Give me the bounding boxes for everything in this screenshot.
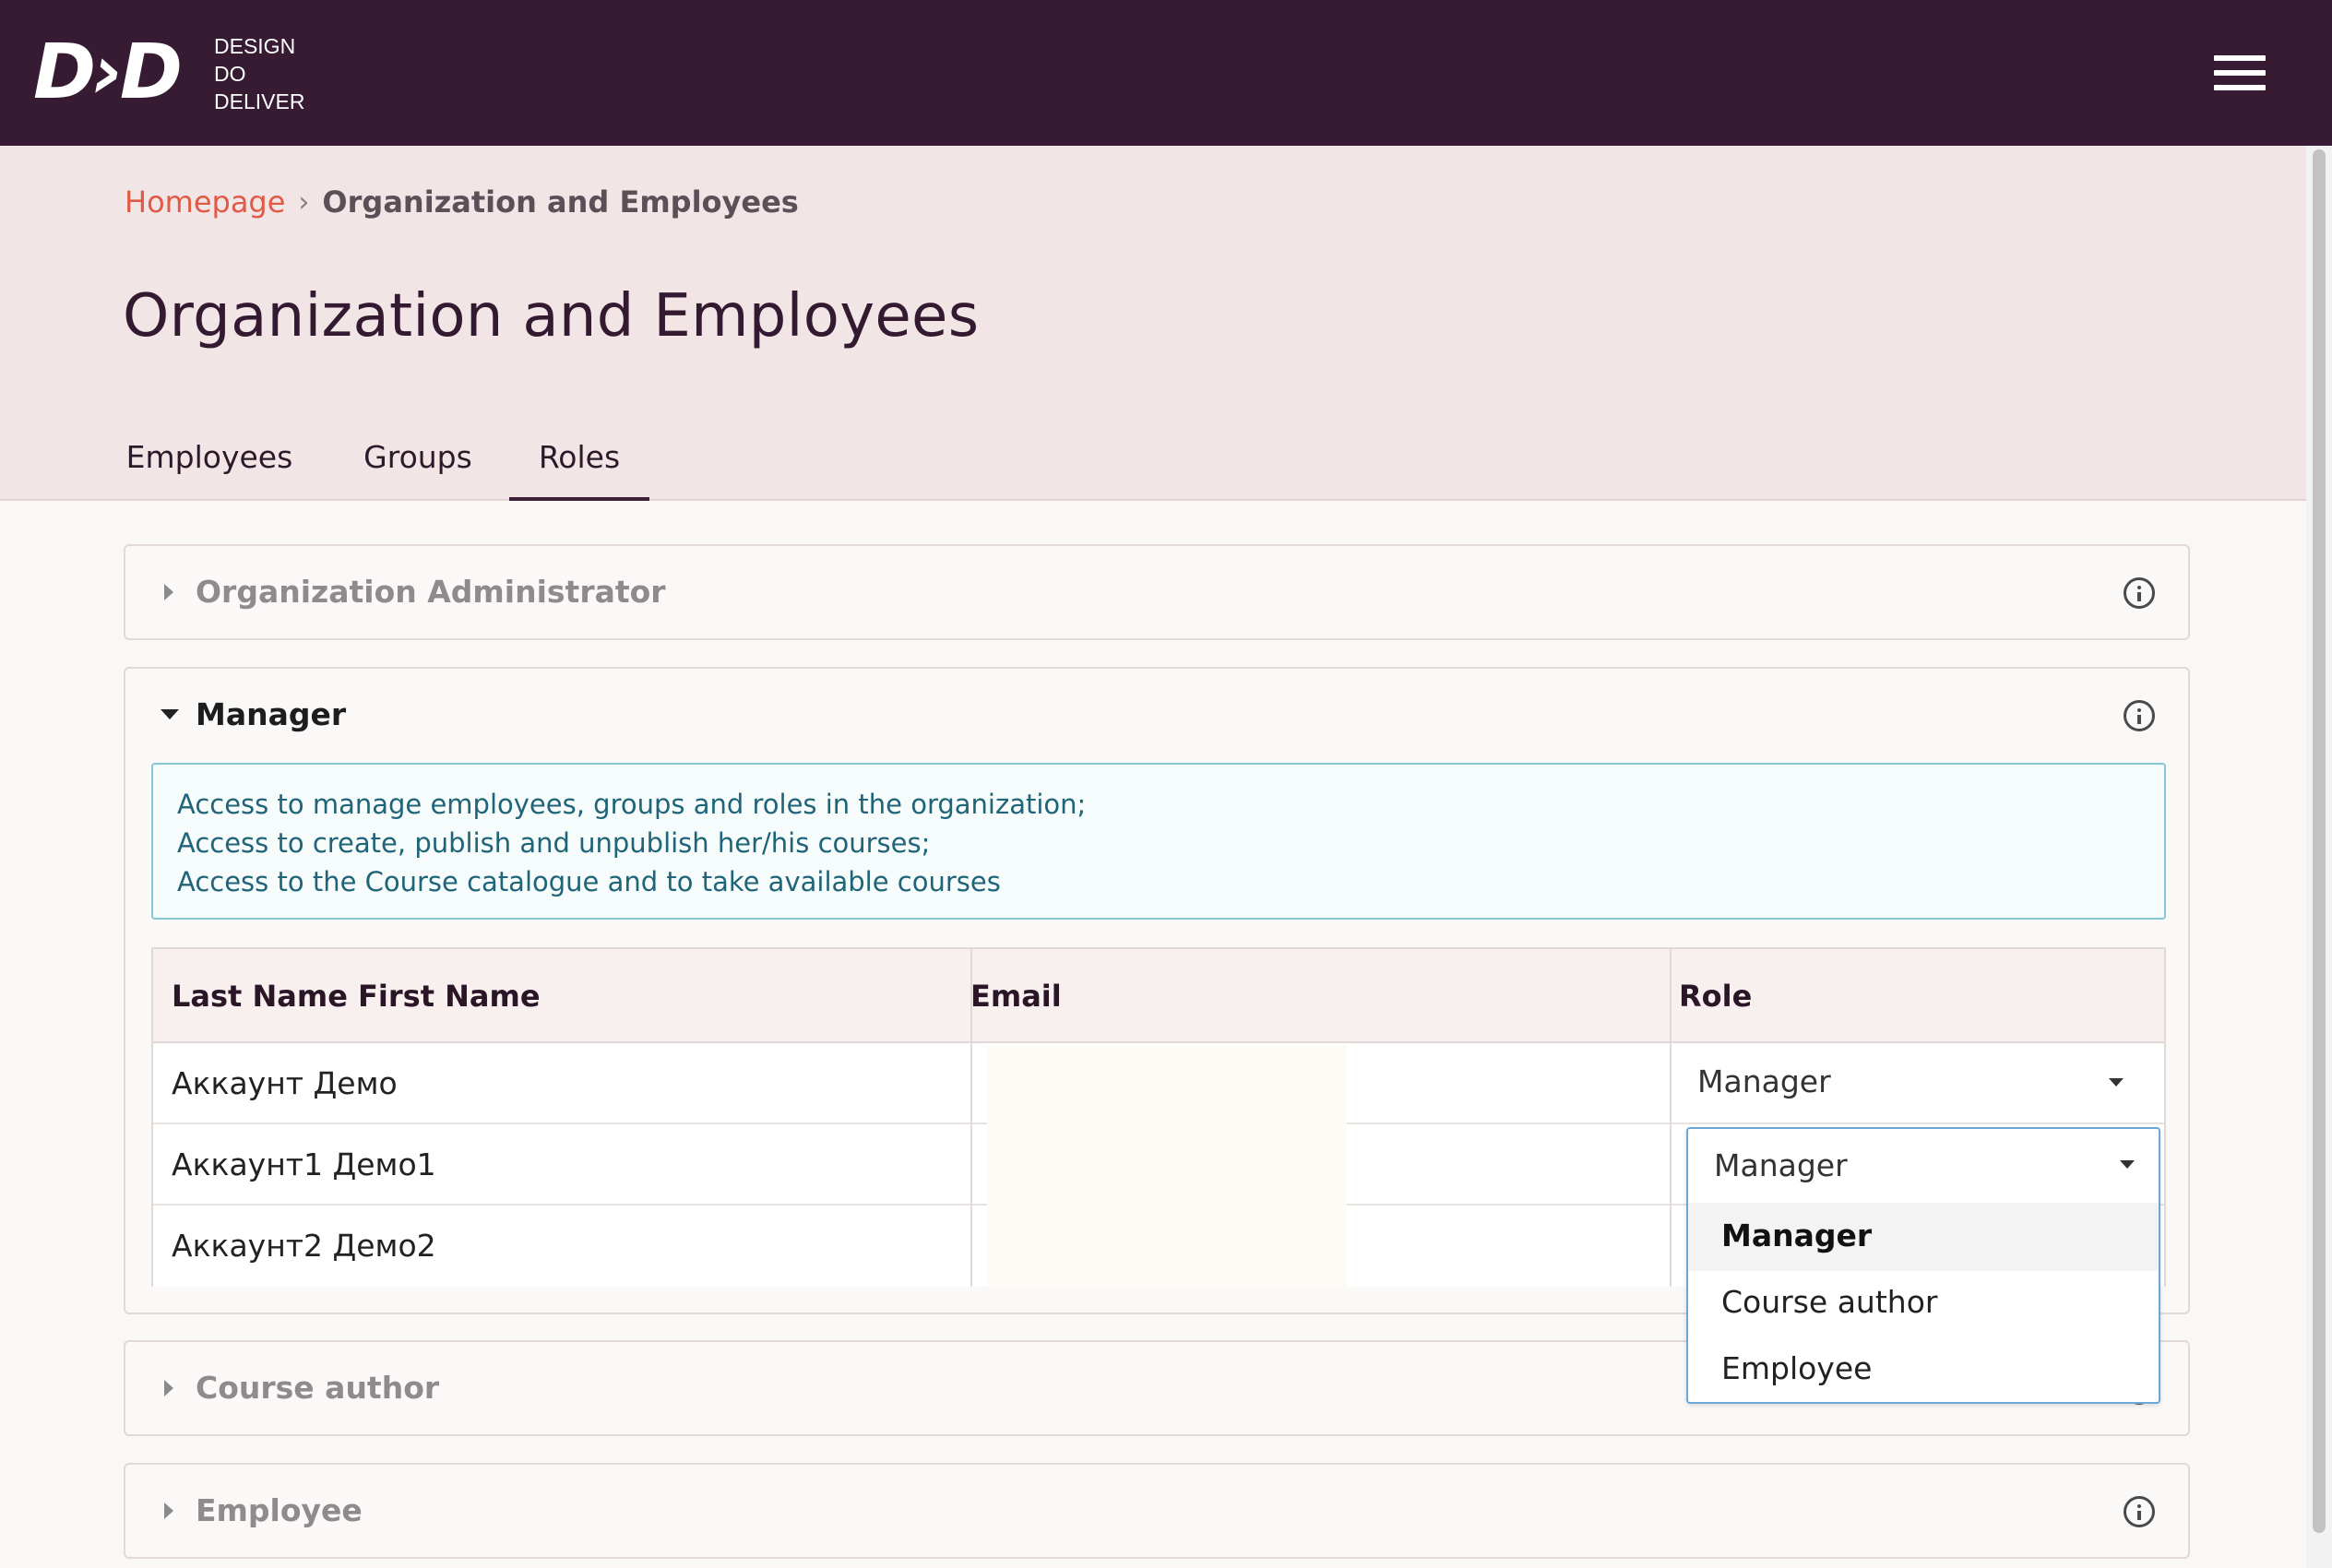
logo-line-do: DO <box>214 62 246 86</box>
option-label: Manager <box>1721 1218 1873 1253</box>
role-dropdown-open[interactable]: Manager Manager Course author Employee <box>1686 1127 2160 1404</box>
info-icon[interactable] <box>2124 577 2155 609</box>
role-select-value: Manager <box>1714 1147 1848 1183</box>
logo-text: DESIGN DO DELIVER <box>214 32 304 115</box>
info-icon[interactable] <box>2124 700 2155 731</box>
tab-employees[interactable]: Employees <box>125 422 294 501</box>
panel-title: Manager <box>196 696 347 732</box>
role-select[interactable]: Manager <box>1672 1043 2148 1123</box>
logo-line-deliver: DELIVER <box>214 89 305 113</box>
chevron-right-icon: › <box>298 185 310 219</box>
tab-roles[interactable]: Roles <box>509 422 649 501</box>
page-header-section: Homepage › Organization and Employees Or… <box>0 146 2306 501</box>
hamburger-icon[interactable] <box>2214 52 2267 94</box>
dropdown-option-course-author[interactable]: Course author <box>1688 1269 2159 1337</box>
info-icon[interactable] <box>2124 1496 2155 1527</box>
column-header-name: Last Name First Name <box>172 979 541 1014</box>
description-line: Access to create, publish and unpublish … <box>177 827 931 859</box>
panel-header-organization-administrator[interactable]: Organization Administrator <box>125 546 2188 638</box>
email-column-redacted <box>987 1045 1347 1287</box>
panel-header-employee[interactable]: Employee <box>125 1465 2188 1557</box>
hamburger-line <box>2214 55 2266 61</box>
page-title: Organization and Employees <box>123 282 980 350</box>
tab-groups[interactable]: Groups <box>355 422 481 501</box>
description-line: Access to manage employees, groups and r… <box>177 789 1087 820</box>
employee-name: Аккаунт Демо <box>172 1065 398 1101</box>
breadcrumb-current: Organization and Employees <box>322 184 799 220</box>
column-header-email: Email <box>970 979 1062 1014</box>
column-header-role: Role <box>1679 979 1753 1014</box>
dropdown-option-manager[interactable]: Manager <box>1688 1203 2159 1271</box>
employee-name: Аккаунт2 Демо2 <box>172 1228 436 1264</box>
logo-mark[interactable]: D›D <box>33 35 183 111</box>
option-label: Course author <box>1721 1284 1938 1320</box>
role-select-value: Manager <box>1697 1063 1831 1099</box>
top-navigation-bar: D›D DESIGN DO DELIVER <box>0 0 2332 146</box>
role-panel-organization-administrator: Organization Administrator <box>124 544 2190 640</box>
employee-name: Аккаунт1 Демо1 <box>172 1146 436 1182</box>
logo-line-design: DESIGN <box>214 34 296 58</box>
hamburger-line <box>2214 70 2266 76</box>
role-panel-employee: Employee <box>124 1463 2190 1559</box>
caret-right-icon <box>164 584 173 600</box>
option-label: Employee <box>1721 1350 1873 1386</box>
hamburger-line <box>2214 85 2266 90</box>
chevron-down-icon <box>2120 1160 2135 1169</box>
column-divider <box>1670 949 1672 1287</box>
breadcrumb-home-link[interactable]: Homepage <box>125 184 285 220</box>
role-description: Access to manage employees, groups and r… <box>151 763 2166 920</box>
table-header: Last Name First Name Email Role <box>153 949 2164 1043</box>
breadcrumb: Homepage › Organization and Employees <box>125 184 799 220</box>
panel-header-manager[interactable]: Manager <box>125 669 2188 761</box>
panel-title: Employee <box>196 1492 363 1528</box>
dropdown-option-employee[interactable]: Employee <box>1688 1336 2159 1404</box>
scrollbar-thumb[interactable] <box>2313 149 2326 1533</box>
panel-title: Organization Administrator <box>196 574 666 610</box>
caret-right-icon <box>164 1503 173 1519</box>
caret-down-icon <box>161 709 179 719</box>
chevron-down-icon <box>2109 1078 2124 1087</box>
column-divider <box>970 949 972 1287</box>
description-line: Access to the Course catalogue and to ta… <box>177 866 1001 897</box>
role-select[interactable]: Manager <box>1688 1129 2159 1203</box>
panel-title: Course author <box>196 1370 440 1406</box>
page-scrollbar[interactable] <box>2306 146 2332 1568</box>
caret-right-icon <box>164 1380 173 1396</box>
